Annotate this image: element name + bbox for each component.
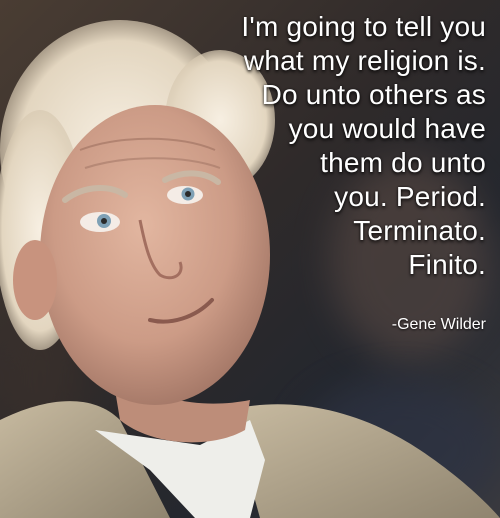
- quote-line: them do unto: [320, 147, 486, 178]
- quote-attribution: -Gene Wilder: [391, 316, 486, 333]
- quote-text: I'm going to tell you what my religion i…: [196, 10, 486, 282]
- quote-line: I'm going to tell you: [241, 11, 486, 42]
- quote-line: Finito.: [408, 249, 486, 280]
- quote-line: Terminato.: [353, 215, 486, 246]
- ear: [13, 240, 57, 320]
- meme-image: I'm going to tell you what my religion i…: [0, 0, 500, 518]
- quote-line: Do unto others as: [261, 79, 486, 110]
- pupil: [101, 218, 107, 224]
- jacket: [230, 404, 500, 518]
- quote-line: what my religion is.: [243, 45, 486, 76]
- pupil: [185, 191, 191, 197]
- quote-line: you. Period.: [334, 181, 486, 212]
- quote-line: you would have: [288, 113, 486, 144]
